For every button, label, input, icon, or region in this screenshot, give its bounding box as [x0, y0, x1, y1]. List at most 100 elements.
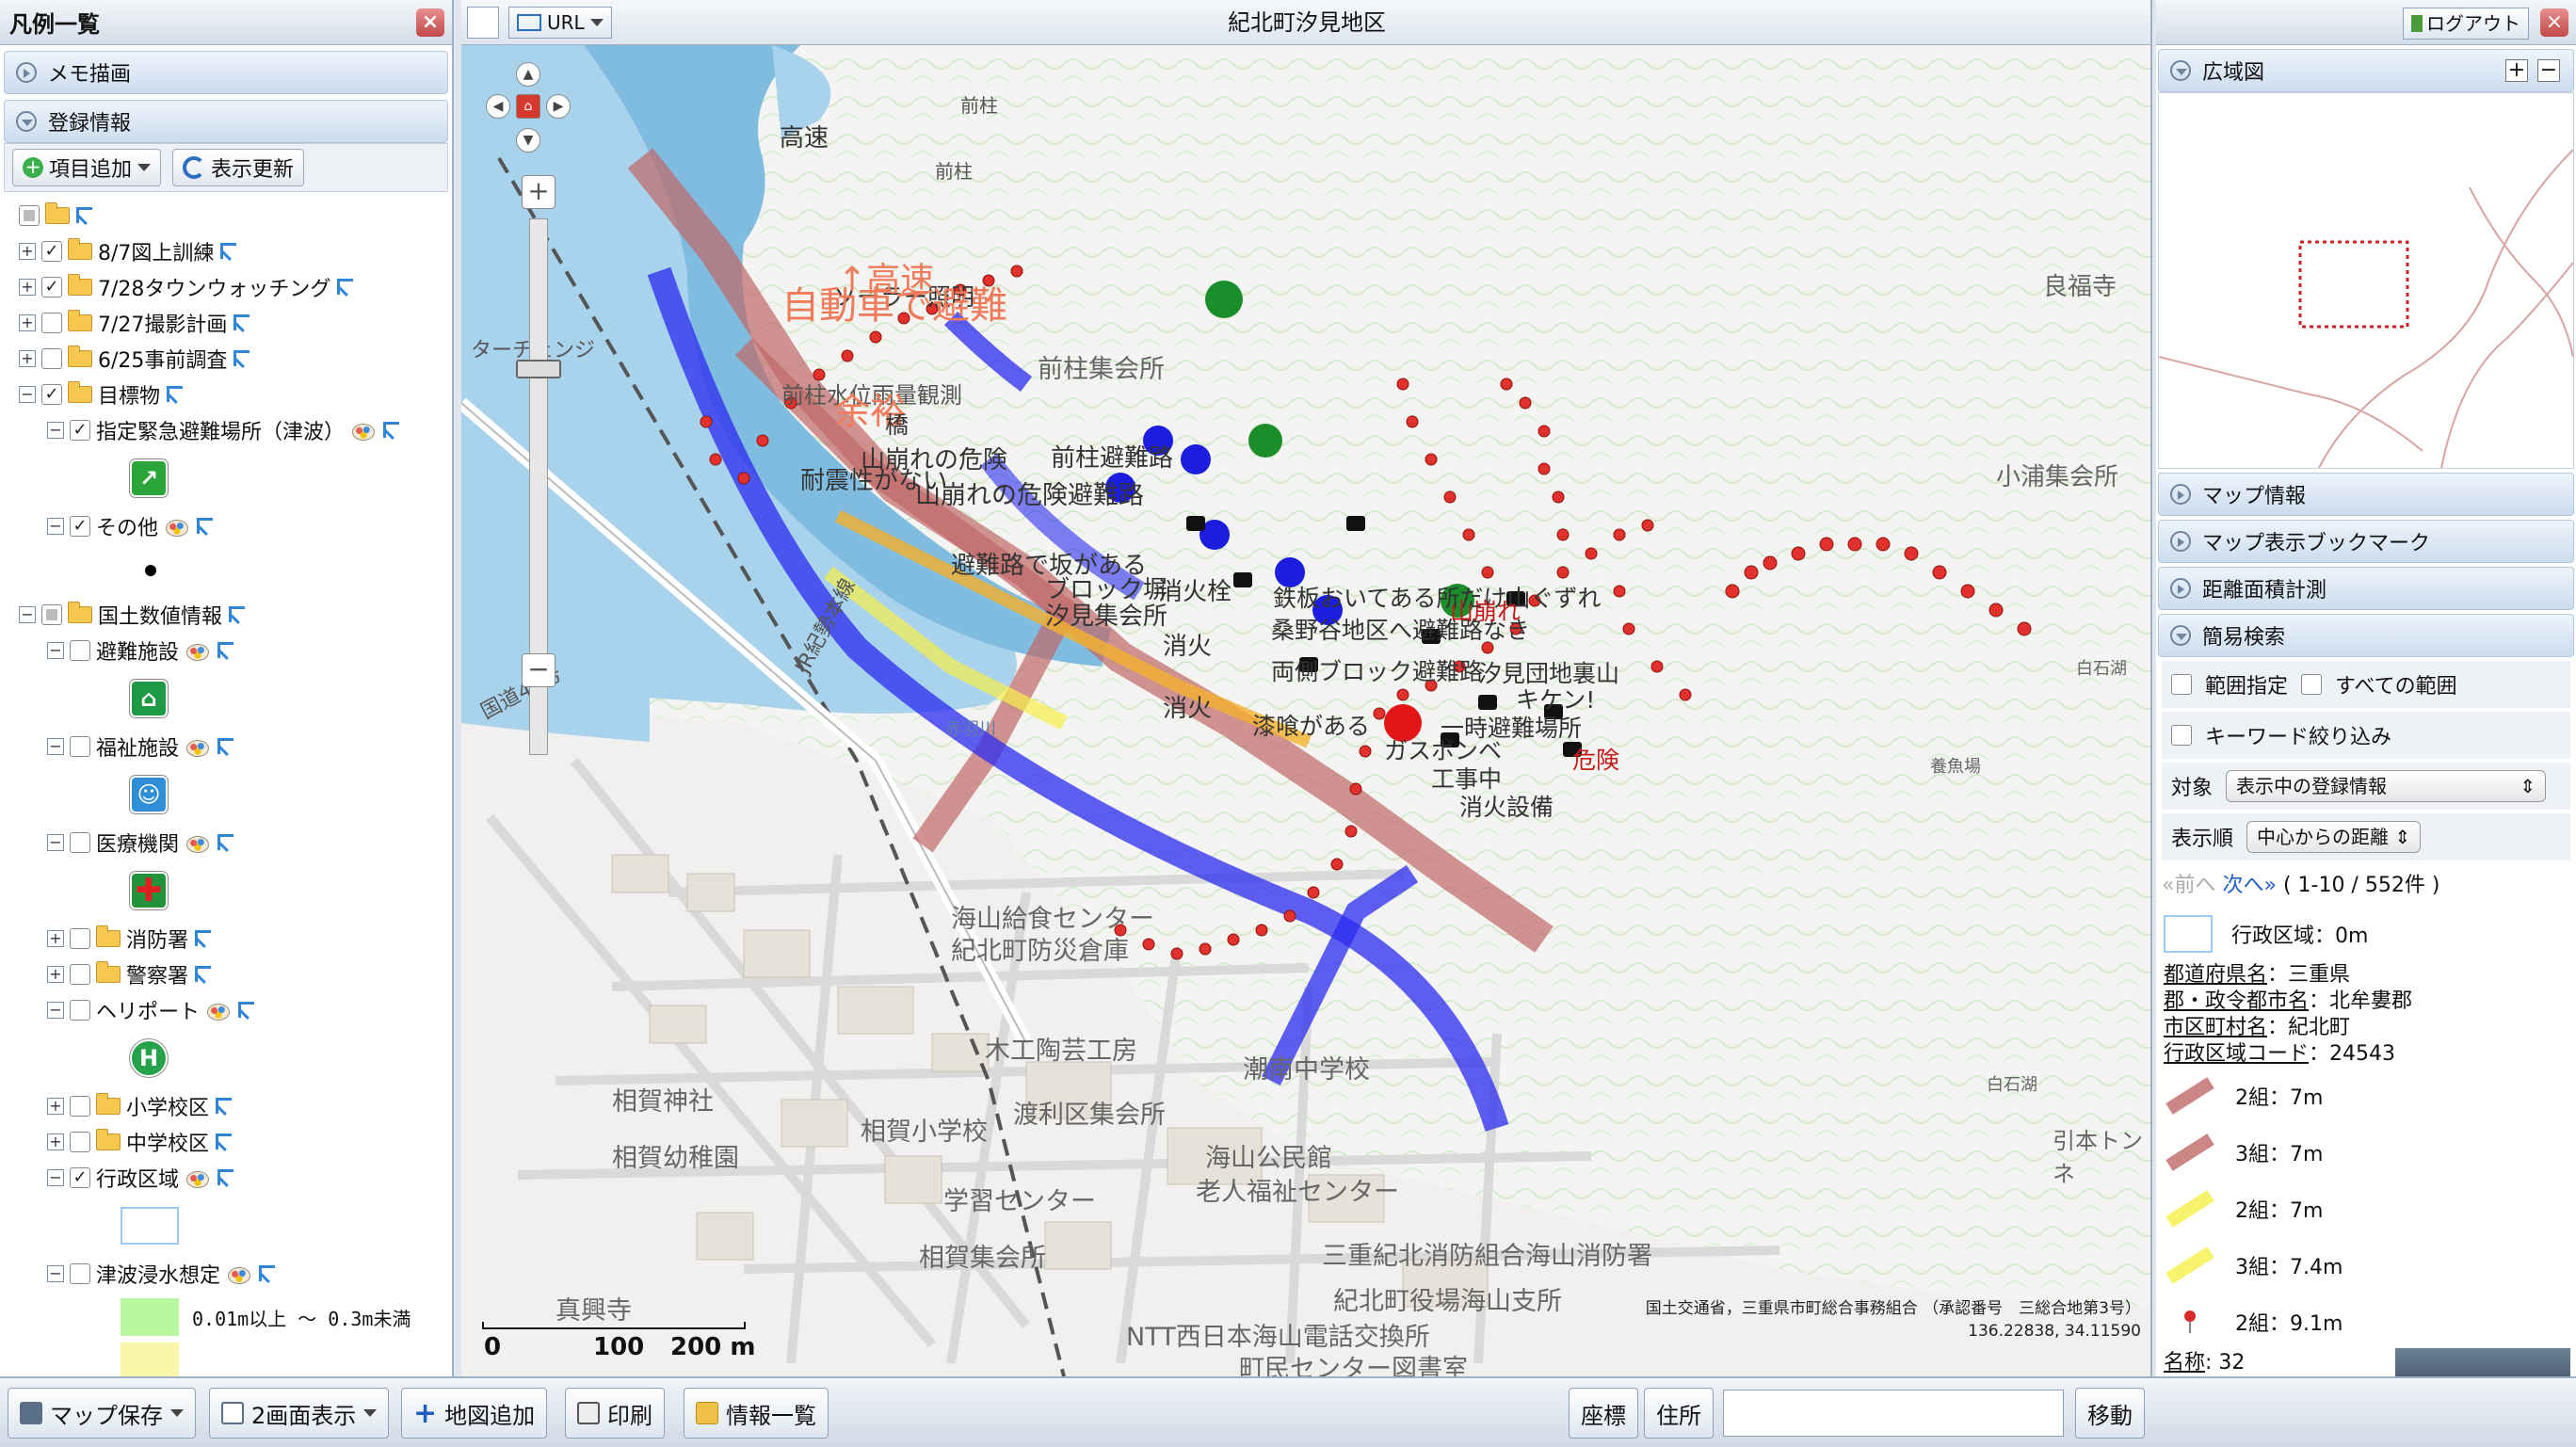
collapse-toggle[interactable]: − [47, 1169, 64, 1186]
refresh-button[interactable]: 表示更新 [172, 149, 305, 186]
order-select[interactable]: 中心からの距離 ⇕ [2246, 821, 2422, 853]
layer-checkbox[interactable] [70, 1096, 90, 1117]
zoom-out-icon[interactable]: − [2537, 59, 2560, 82]
jump-icon[interactable] [194, 965, 213, 984]
jump-icon[interactable] [215, 1097, 233, 1116]
result-item[interactable]: 3組：7.4m [2156, 1237, 2576, 1294]
result-item[interactable]: 行政区域：0m [2156, 906, 2576, 962]
jump-icon[interactable] [233, 349, 251, 368]
zoom-in-icon[interactable]: + [2505, 59, 2528, 82]
logout-button[interactable]: ログアウト [2403, 8, 2529, 40]
result-item[interactable]: 2組：7m [2156, 1068, 2576, 1124]
photo-thumbnail[interactable] [2395, 1348, 2570, 1376]
close-icon[interactable]: × [2540, 8, 2568, 37]
collapse-toggle[interactable]: − [47, 738, 64, 755]
collapse-toggle[interactable]: − [47, 642, 64, 659]
layer-checkbox[interactable] [41, 313, 62, 333]
style-palette-icon[interactable] [185, 1167, 211, 1188]
save-map-button[interactable]: マップ保存 [8, 1388, 196, 1439]
layer-checkbox[interactable] [70, 736, 90, 757]
collapse-toggle[interactable]: − [47, 422, 64, 439]
memo-section-header[interactable]: メモ描画 [4, 51, 448, 94]
map-info-section-header[interactable]: マップ情報 [2158, 473, 2574, 516]
overview-section-header[interactable]: 広域図 + − [2158, 49, 2574, 92]
jump-icon[interactable] [228, 605, 247, 624]
layer-checkbox[interactable] [70, 640, 90, 661]
pan-right-button[interactable]: ▶ [546, 94, 571, 119]
expand-toggle[interactable]: + [47, 1098, 64, 1115]
layer-checkbox[interactable]: ✓ [41, 384, 62, 405]
keyword-checkbox[interactable] [2171, 725, 2192, 746]
jump-icon[interactable] [215, 1133, 233, 1151]
style-palette-icon[interactable] [205, 1000, 232, 1021]
layer-checkbox[interactable] [70, 1132, 90, 1152]
collapse-toggle[interactable]: − [47, 518, 64, 535]
jump-icon[interactable] [382, 421, 401, 440]
layer-checkbox[interactable]: ✓ [41, 277, 62, 297]
range-checkbox[interactable] [2171, 674, 2192, 695]
measure-section-header[interactable]: 距離面積計測 [2158, 567, 2574, 610]
style-palette-icon[interactable] [185, 640, 211, 661]
zoom-in-button[interactable]: + [522, 175, 555, 209]
expand-toggle[interactable]: + [47, 930, 64, 947]
expand-toggle[interactable]: + [47, 1133, 64, 1150]
jump-icon[interactable] [258, 1264, 277, 1283]
layer-checkbox[interactable]: ✓ [70, 516, 90, 537]
style-palette-icon[interactable] [185, 832, 211, 853]
layer-checkbox[interactable] [70, 832, 90, 853]
jump-icon[interactable] [217, 833, 235, 852]
address-search-button[interactable]: 住所 [1644, 1388, 1714, 1439]
simple-search-section-header[interactable]: 簡易検索 [2158, 614, 2574, 657]
root-checkbox[interactable] [19, 205, 40, 226]
expand-toggle[interactable]: + [47, 966, 64, 983]
info-list-button[interactable]: 情報一覧 [684, 1388, 829, 1439]
add-item-button[interactable]: + 項目追加 [12, 149, 162, 186]
expand-toggle[interactable]: + [19, 314, 36, 331]
jump-icon[interactable] [217, 641, 235, 660]
add-map-button[interactable]: + 地図追加 [401, 1388, 548, 1439]
all-range-checkbox[interactable] [2301, 674, 2323, 695]
layer-checkbox[interactable] [70, 964, 90, 985]
jump-icon[interactable] [217, 737, 235, 756]
style-palette-icon[interactable] [226, 1263, 252, 1284]
style-palette-icon[interactable] [164, 516, 190, 537]
close-icon[interactable]: × [416, 8, 444, 37]
result-item[interactable]: 2組：9.1m [2156, 1294, 2576, 1350]
collapse-toggle[interactable]: − [47, 834, 64, 851]
splitter-handle[interactable] [454, 659, 459, 715]
registered-info-section-header[interactable]: 登録情報 [4, 100, 448, 143]
expand-toggle[interactable]: + [19, 279, 36, 296]
layer-checkbox[interactable]: ✓ [41, 241, 62, 262]
layer-checkbox[interactable]: ✓ [70, 1167, 90, 1188]
home-icon[interactable]: ⌂ [516, 94, 540, 119]
expand-toggle[interactable]: + [19, 350, 36, 367]
target-select[interactable]: 表示中の登録情報 ⇕ [2226, 770, 2547, 802]
style-palette-icon[interactable] [185, 736, 211, 757]
style-palette-icon[interactable] [350, 420, 377, 441]
pan-left-button[interactable]: ◀ [486, 94, 510, 119]
layer-checkbox[interactable] [41, 604, 62, 625]
jump-icon[interactable] [233, 314, 251, 332]
jump-icon[interactable] [196, 517, 215, 536]
overview-map[interactable] [2158, 92, 2574, 469]
move-button[interactable]: 移動 [2075, 1388, 2145, 1439]
result-item[interactable]: 2組：7m [2156, 1181, 2576, 1237]
jump-icon[interactable] [237, 1001, 256, 1020]
layer-checkbox[interactable] [41, 348, 62, 369]
collapse-toggle[interactable]: − [19, 386, 36, 403]
coord-search-button[interactable]: 座標 [1569, 1388, 1638, 1439]
layer-checkbox[interactable] [70, 1000, 90, 1021]
collapse-toggle[interactable]: − [47, 1265, 64, 1282]
layer-checkbox[interactable] [70, 1263, 90, 1284]
expand-toggle[interactable]: + [19, 243, 36, 260]
layer-checkbox[interactable] [70, 928, 90, 949]
jump-icon[interactable] [166, 385, 185, 404]
next-page-link[interactable]: 次へ» [2222, 874, 2276, 897]
dual-view-button[interactable]: 2画面表示 [209, 1388, 390, 1439]
zoom-out-button[interactable]: − [522, 653, 555, 687]
jump-icon[interactable] [219, 242, 238, 261]
jump-icon[interactable] [217, 1168, 235, 1187]
jump-icon[interactable] [336, 278, 355, 297]
pan-up-button[interactable]: ▲ [516, 62, 540, 87]
layer-checkbox[interactable]: ✓ [70, 420, 90, 441]
